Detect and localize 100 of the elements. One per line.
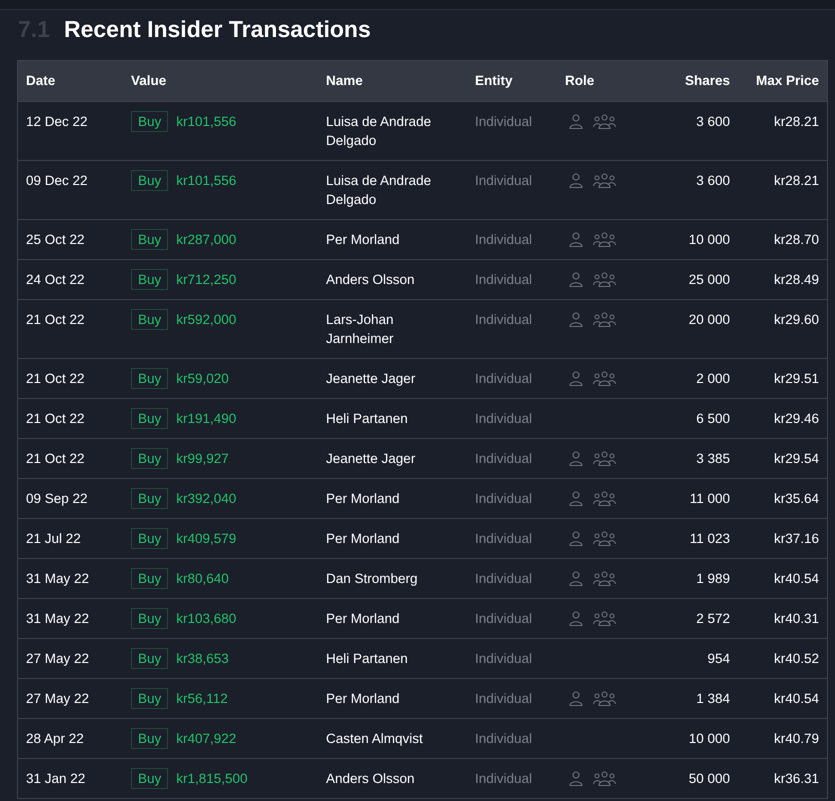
price-cell-text: kr36.31	[772, 770, 819, 788]
shares-cell-text: 3 600	[695, 172, 730, 190]
shares-cell-text: 3 385	[695, 450, 730, 468]
group-icon	[593, 114, 616, 129]
price-cell-text: kr28.21	[772, 172, 819, 190]
group-icon	[593, 491, 616, 506]
transaction-type-tag: Buy	[131, 448, 168, 469]
date-cell-text: 21 Jul 22	[26, 530, 82, 548]
column-header[interactable]: Value	[131, 71, 326, 90]
transaction-type-tag: Buy	[131, 229, 168, 250]
value-cell-text: kr80,640	[176, 570, 229, 588]
date-cell-text: 09 Dec 22	[26, 172, 89, 190]
name-cell-text: Anders Olsson	[326, 770, 416, 788]
person-icon	[569, 491, 583, 506]
person-icon	[569, 232, 583, 247]
date-cell-text: 21 Oct 22	[26, 450, 86, 468]
column-header[interactable]: Shares	[650, 71, 730, 90]
person-icon	[569, 114, 583, 129]
entity-cell-text: Individual	[475, 570, 534, 588]
transaction-type-tag: Buy	[131, 111, 168, 132]
price-cell-text: kr29.46	[772, 410, 819, 428]
value-cell-text: kr59,020	[176, 370, 229, 388]
transaction-type-tag: Buy	[131, 728, 168, 749]
value-cell-text: kr99,927	[176, 450, 229, 468]
entity-cell-text: Individual	[475, 172, 534, 190]
person-icon	[569, 173, 583, 188]
entity-cell-text: Individual	[475, 770, 534, 788]
transaction-type-tag: Buy	[131, 269, 168, 290]
price-cell-text: kr29.51	[772, 370, 819, 388]
transaction-type-tag: Buy	[131, 768, 168, 789]
column-header[interactable]: Max Price	[730, 71, 819, 90]
date-cell-text: 24 Oct 22	[26, 271, 86, 289]
value-cell-text: kr56,112	[176, 690, 228, 708]
shares-cell-text: 50 000	[688, 770, 730, 788]
date-cell-text: 12 Dec 22	[26, 113, 89, 131]
transaction-type-tag: Buy	[131, 688, 168, 709]
date-cell-text: 21 Oct 22	[26, 311, 86, 329]
entity-cell-text: Individual	[475, 370, 534, 388]
shares-cell-text: 2 572	[695, 610, 730, 628]
transaction-type-tag: Buy	[131, 309, 168, 330]
person-icon	[569, 531, 583, 546]
name-cell-text: Jeanette Jager	[326, 370, 416, 388]
price-cell-text: kr28.49	[772, 271, 819, 289]
name-cell-text: Casten Almqvist	[326, 730, 424, 748]
group-icon	[593, 771, 616, 786]
date-cell-text: 09 Sep 22	[26, 490, 89, 508]
name-cell-text: Per Morland	[326, 690, 401, 708]
entity-cell-text: Individual	[475, 490, 534, 508]
section-title: Recent Insider Transactions	[64, 16, 371, 43]
transaction-type-tag: Buy	[131, 608, 168, 629]
column-header[interactable]: Name	[326, 71, 475, 90]
shares-cell-text: 954	[706, 650, 730, 668]
entity-cell-text: Individual	[475, 650, 534, 668]
value-cell-text: kr101,556	[176, 113, 236, 131]
group-icon	[593, 312, 616, 327]
date-cell-text: 31 Jan 22	[26, 770, 86, 788]
value-cell-text: kr592,000	[176, 311, 236, 329]
person-icon	[569, 371, 583, 386]
transaction-type-tag: Buy	[131, 368, 168, 389]
name-cell-text: Anders Olsson	[326, 271, 416, 289]
price-cell-text: kr37.16	[772, 530, 819, 548]
date-cell-text: 27 May 22	[26, 690, 90, 708]
price-cell-text: kr40.54	[772, 570, 819, 588]
price-cell-text: kr40.52	[772, 650, 819, 668]
value-cell-text: kr287,000	[176, 231, 236, 249]
price-cell-text: kr28.21	[772, 113, 819, 131]
name-cell-text: Luisa de Andrade Delgado	[326, 172, 432, 209]
value-cell-text: kr191,490	[176, 410, 236, 428]
column-header[interactable]: Date	[26, 71, 131, 90]
shares-cell-text: 1 384	[695, 690, 730, 708]
transaction-type-tag: Buy	[131, 408, 168, 429]
name-cell-text: Per Morland	[326, 530, 401, 548]
value-cell-text: kr392,040	[176, 490, 236, 508]
price-cell-text: kr28.70	[772, 231, 819, 249]
transaction-type-tag: Buy	[131, 528, 168, 549]
entity-cell-text: Individual	[475, 610, 534, 628]
person-icon	[569, 691, 583, 706]
group-icon	[593, 611, 616, 626]
date-cell-text: 31 May 22	[26, 610, 90, 628]
person-icon	[569, 312, 583, 327]
entity-cell-text: Individual	[475, 113, 534, 131]
column-header[interactable]: Role	[565, 71, 650, 90]
date-cell-text: 28 Apr 22	[26, 730, 85, 748]
date-cell-text: 25 Oct 22	[26, 231, 86, 249]
entity-cell-text: Individual	[475, 231, 534, 249]
column-header[interactable]: Entity	[475, 71, 565, 90]
group-icon	[593, 232, 616, 247]
group-icon	[593, 272, 616, 287]
group-icon	[593, 691, 616, 706]
group-icon	[593, 371, 616, 386]
shares-cell-text: 3 600	[695, 113, 730, 131]
group-icon	[593, 173, 616, 188]
name-cell-text: Heli Partanen	[326, 410, 409, 428]
person-icon	[569, 272, 583, 287]
date-cell-text: 21 Oct 22	[26, 410, 86, 428]
price-cell-text: kr35.64	[772, 490, 819, 508]
value-cell-text: kr103,680	[176, 610, 236, 628]
entity-cell-text: Individual	[475, 271, 534, 289]
entity-cell-text: Individual	[475, 730, 534, 748]
price-cell-text: kr29.60	[772, 311, 819, 329]
